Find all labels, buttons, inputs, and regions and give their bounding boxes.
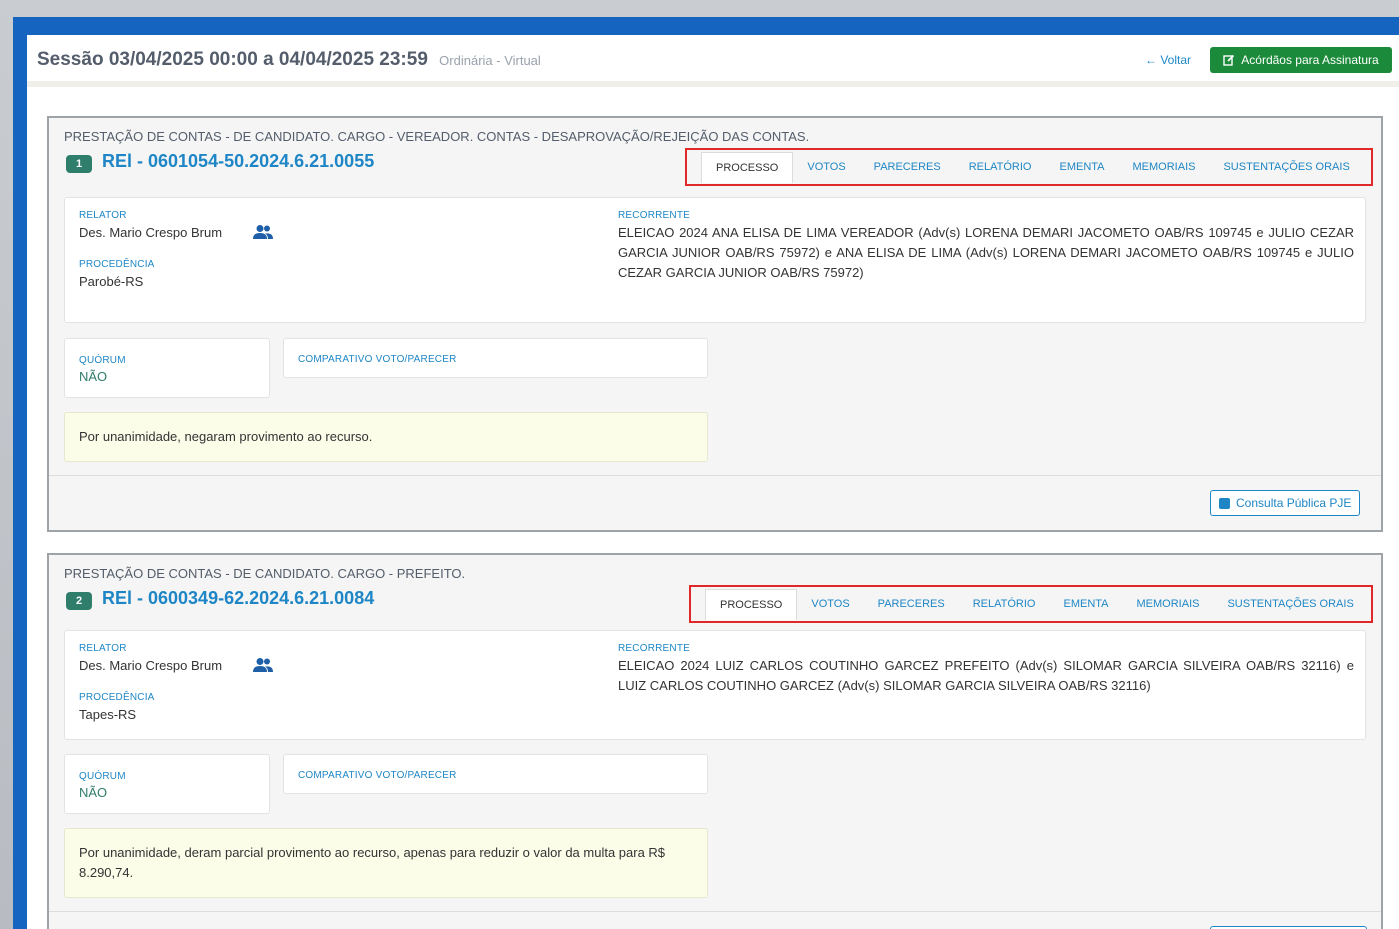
- process-classification: PRESTAÇÃO DE CONTAS - DE CANDIDATO. CARG…: [64, 566, 466, 581]
- tab-processo[interactable]: PROCESSO: [705, 588, 798, 620]
- tab-pareceres[interactable]: PARECERES: [864, 589, 959, 619]
- tab-pareceres[interactable]: PARECERES: [860, 152, 955, 182]
- tab-sustentacoes-orais[interactable]: SUSTENTAÇÕES ORAIS: [1209, 152, 1363, 182]
- tab-memoriais[interactable]: MEMORIAIS: [1119, 152, 1210, 182]
- tab-ementa[interactable]: EMENTA: [1049, 589, 1122, 619]
- quorum-value: NÃO: [79, 369, 108, 384]
- procedencia-label: PROCEDÊNCIA: [79, 259, 155, 270]
- quorum-label: QUÓRUM: [79, 355, 126, 366]
- process-card: PRESTAÇÃO DE CONTAS - DE CANDIDATO. CARG…: [47, 116, 1383, 532]
- recorrente-label: RECORRENTE: [618, 643, 691, 654]
- process-card: PRESTAÇÃO DE CONTAS - DE CANDIDATO. CARG…: [47, 553, 1383, 929]
- consulta-publica-label: Consulta Pública PJE: [1236, 496, 1352, 510]
- acordaos-button-label: Acórdãos para Assinatura: [1241, 53, 1379, 67]
- quorum-value: NÃO: [79, 785, 108, 800]
- comparativo-label: COMPARATIVO VOTO/PARECER: [298, 354, 457, 365]
- relator-name: Des. Mario Crespo Brum: [79, 658, 223, 673]
- comparativo-box: COMPARATIVO VOTO/PARECER: [283, 338, 708, 378]
- procedencia-value: Parobé-RS: [79, 274, 144, 289]
- process-number[interactable]: REl - 0600349-62.2024.6.21.0084: [102, 588, 374, 609]
- quorum-box: QUÓRUM NÃO: [64, 338, 270, 398]
- relator-label: RELATOR: [79, 643, 127, 654]
- process-number[interactable]: REl - 0601054-50.2024.6.21.0055: [102, 151, 374, 172]
- process-index-badge: 1: [66, 155, 92, 173]
- session-type: Ordinária - Virtual: [439, 53, 541, 68]
- procedencia-value: Tapes-RS: [79, 707, 137, 722]
- process-index-badge: 2: [66, 592, 92, 610]
- tab-processo[interactable]: PROCESSO: [701, 151, 794, 183]
- process-tabs: PROCESSO VOTOS PARECERES RELATÓRIO EMENT…: [689, 585, 1373, 623]
- result-box: Por unanimidade, negaram provimento ao r…: [64, 412, 708, 462]
- session-title-text: Sessão 03/04/2025 00:00 a 04/04/2025 23:…: [37, 49, 428, 70]
- external-link-icon: [1219, 497, 1230, 509]
- consulta-publica-button[interactable]: Consulta Pública PJE: [1210, 490, 1361, 516]
- process-info-box: RELATOR Des. Mario Crespo Brum PROCEDÊNC…: [64, 197, 1366, 323]
- process-info-box: RELATOR Des. Mario Crespo Brum PROCEDÊNC…: [64, 630, 1366, 740]
- process-tabs: PROCESSO VOTOS PARECERES RELATÓRIO EMENT…: [685, 148, 1373, 186]
- page-header: Sessão 03/04/2025 00:00 a 04/04/2025 23:…: [27, 35, 1399, 87]
- process-classification: PRESTAÇÃO DE CONTAS - DE CANDIDATO. CARG…: [64, 129, 810, 144]
- procedencia-label: PROCEDÊNCIA: [79, 692, 155, 703]
- tab-ementa[interactable]: EMENTA: [1045, 152, 1118, 182]
- relator-name: Des. Mario Crespo Brum: [79, 225, 223, 240]
- tab-relatorio[interactable]: RELATÓRIO: [959, 589, 1050, 619]
- result-box: Por unanimidade, deram parcial proviment…: [64, 828, 708, 898]
- tab-memoriais[interactable]: MEMORIAIS: [1123, 589, 1214, 619]
- comparativo-box: COMPARATIVO VOTO/PARECER: [283, 754, 708, 794]
- comparativo-label: COMPARATIVO VOTO/PARECER: [298, 770, 457, 781]
- users-icon[interactable]: [253, 657, 273, 673]
- quorum-box: QUÓRUM NÃO: [64, 754, 270, 814]
- tab-relatorio[interactable]: RELATÓRIO: [955, 152, 1046, 182]
- quorum-label: QUÓRUM: [79, 771, 126, 782]
- tab-sustentacoes-orais[interactable]: SUSTENTAÇÕES ORAIS: [1213, 589, 1367, 619]
- acordaos-button[interactable]: Acórdãos para Assinatura: [1210, 47, 1392, 73]
- card-footer: Consulta Pública PJE: [49, 475, 1381, 530]
- users-icon[interactable]: [253, 224, 273, 240]
- card-footer: [49, 911, 1381, 929]
- tab-votos[interactable]: VOTOS: [797, 589, 863, 619]
- relator-label: RELATOR: [79, 210, 127, 221]
- tab-votos[interactable]: VOTOS: [793, 152, 859, 182]
- back-link[interactable]: ← Voltar: [1145, 53, 1191, 67]
- recorrente-label: RECORRENTE: [618, 210, 691, 221]
- session-title: Sessão 03/04/2025 00:00 a 04/04/2025 23:…: [37, 49, 541, 71]
- recorrente-value: ELEICAO 2024 LUIZ CARLOS COUTINHO GARCEZ…: [618, 658, 1354, 693]
- session-page: Sessão 03/04/2025 00:00 a 04/04/2025 23:…: [27, 35, 1399, 929]
- edit-icon: [1223, 54, 1235, 66]
- recorrente-value: ELEICAO 2024 ANA ELISA DE LIMA VEREADOR …: [618, 225, 1354, 280]
